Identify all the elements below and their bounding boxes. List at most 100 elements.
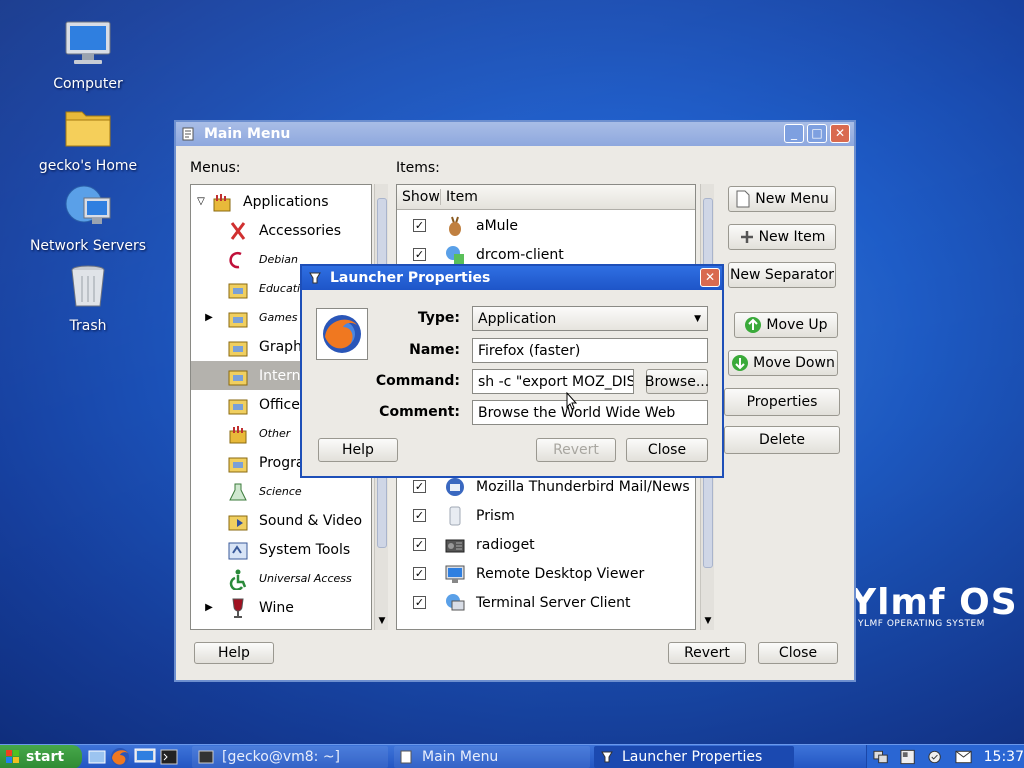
start-button[interactable]: start xyxy=(0,745,82,768)
mail-tray-icon[interactable] xyxy=(955,750,972,764)
show-checkbox[interactable]: ✓ xyxy=(413,538,426,551)
item-label: Terminal Server Client xyxy=(476,594,631,611)
desktop-icon-network[interactable]: Network Servers xyxy=(28,182,148,254)
show-checkbox[interactable]: ✓ xyxy=(413,248,426,261)
item-row[interactable]: ✓ Prism xyxy=(413,501,693,530)
move-down-button[interactable]: Move Down xyxy=(728,350,838,376)
item-row[interactable]: ✓ Terminal Server Client xyxy=(413,588,693,617)
command-field[interactable]: sh -c "export MOZ_DISA xyxy=(472,369,634,394)
button-label: New Separator xyxy=(729,267,835,283)
launcher-icon xyxy=(601,751,613,763)
delete-button[interactable]: Delete xyxy=(724,426,840,454)
move-up-button[interactable]: Move Up xyxy=(734,312,838,338)
show-desktop-icon[interactable] xyxy=(88,748,106,766)
clock[interactable]: 15:37 xyxy=(984,749,1024,765)
tree-row-universal-access[interactable]: Universal Access xyxy=(227,564,371,593)
help-button[interactable]: Help xyxy=(194,642,274,664)
help-button[interactable]: Help xyxy=(318,438,398,462)
task-label: [gecko@vm8: ~] xyxy=(222,749,341,765)
desktop-icon-trash[interactable]: Trash xyxy=(28,262,148,334)
universal-access-icon xyxy=(227,568,249,591)
comment-field[interactable]: Browse the World Wide Web xyxy=(472,400,708,425)
expander-open-icon[interactable]: ▽ xyxy=(191,196,211,207)
menus-label: Menus: xyxy=(190,160,241,176)
tree-label: Games xyxy=(259,311,298,324)
firefox-quicklaunch-icon[interactable] xyxy=(110,747,130,767)
expander-closed-icon[interactable]: ▶ xyxy=(191,602,227,613)
close-window-button[interactable]: ✕ xyxy=(830,124,850,143)
column-show-header[interactable]: Show xyxy=(397,189,441,205)
task-terminal[interactable]: [gecko@vm8: ~] xyxy=(192,746,388,768)
launcher-titlebar[interactable]: Launcher Properties xyxy=(302,266,722,290)
terminal-quicklaunch-icon[interactable] xyxy=(160,748,178,766)
computer-icon xyxy=(65,21,111,64)
tree-row-wine[interactable]: ▶ Wine xyxy=(191,593,371,622)
item-row[interactable]: ✓ radioget xyxy=(413,530,693,559)
close-button[interactable]: Close xyxy=(758,642,838,664)
button-label: Revert xyxy=(684,645,730,661)
properties-button[interactable]: Properties xyxy=(724,388,840,416)
display-tray-icon[interactable] xyxy=(900,749,915,765)
folder-icon xyxy=(227,452,249,474)
revert-button[interactable]: Revert xyxy=(668,642,746,664)
show-checkbox[interactable]: ✓ xyxy=(413,219,426,232)
prism-icon xyxy=(444,505,466,527)
expander-closed-icon[interactable]: ▶ xyxy=(191,312,227,323)
new-document-icon xyxy=(736,190,750,208)
type-select[interactable]: Application ▼ xyxy=(472,306,708,331)
browse-button[interactable]: Browse... xyxy=(645,369,709,394)
name-field[interactable]: Firefox (faster) xyxy=(472,338,708,363)
column-item-header[interactable]: Item xyxy=(441,189,478,205)
item-row[interactable]: ✓ aMule xyxy=(413,211,693,240)
close-button[interactable]: Close xyxy=(626,438,708,462)
show-checkbox[interactable]: ✓ xyxy=(413,596,426,609)
network-tray-icon[interactable] xyxy=(873,749,888,765)
main-menu-titlebar[interactable]: Main Menu xyxy=(176,122,854,146)
thunderbird-icon xyxy=(444,476,466,498)
launcher-icon-button[interactable] xyxy=(316,308,368,360)
maximize-button[interactable]: □ xyxy=(807,124,827,143)
scroll-down-arrow-icon[interactable]: ▼ xyxy=(701,616,715,630)
tree-label: Accessories xyxy=(259,222,342,239)
item-row[interactable]: ✓ Remote Desktop Viewer xyxy=(413,559,693,588)
task-launcher-properties[interactable]: Launcher Properties xyxy=(594,746,794,768)
debian-icon xyxy=(227,249,249,271)
desktop-icon-computer[interactable]: Computer xyxy=(28,20,148,92)
tree-label: Progra xyxy=(259,454,305,471)
tree-row-science[interactable]: Science xyxy=(227,477,367,506)
edit-menu-icon xyxy=(400,750,412,764)
tree-label: Applications xyxy=(243,193,329,210)
tree-row-sound-video[interactable]: Sound & Video xyxy=(227,506,367,535)
tree-label: Office xyxy=(259,396,300,413)
tree-label: Wine xyxy=(259,599,294,616)
button-label: Help xyxy=(342,442,374,458)
close-dialog-button[interactable]: ✕ xyxy=(700,268,720,287)
mouse-cursor-icon xyxy=(566,392,578,410)
desktop-icon-home[interactable]: gecko's Home xyxy=(28,102,148,174)
arrow-up-icon xyxy=(745,317,762,333)
new-separator-button[interactable]: New Separator xyxy=(728,262,836,288)
drcom-icon xyxy=(444,244,466,266)
accessories-icon xyxy=(227,220,249,242)
desktop-icon-label: Computer xyxy=(53,76,123,92)
scroll-down-arrow-icon[interactable]: ▼ xyxy=(375,616,389,630)
revert-button[interactable]: Revert xyxy=(536,438,616,462)
show-checkbox[interactable]: ✓ xyxy=(413,480,426,493)
tree-label: Debian xyxy=(259,253,298,266)
trash-icon xyxy=(71,265,105,307)
new-menu-button[interactable]: New Menu xyxy=(728,186,836,212)
tree-row-system-tools[interactable]: System Tools xyxy=(227,535,367,564)
tree-row-accessories[interactable]: Accessories xyxy=(227,216,367,245)
start-flag-icon xyxy=(6,750,19,763)
computer-quicklaunch-icon[interactable] xyxy=(134,748,156,766)
tree-label: Other xyxy=(259,427,291,440)
update-tray-icon[interactable] xyxy=(927,749,942,765)
new-item-button[interactable]: New Item xyxy=(728,224,836,250)
desktop-icon-label: gecko's Home xyxy=(38,158,138,174)
item-label: aMule xyxy=(476,217,519,234)
show-checkbox[interactable]: ✓ xyxy=(413,509,426,522)
show-checkbox[interactable]: ✓ xyxy=(413,567,426,580)
minimize-button[interactable]: _ xyxy=(784,124,804,143)
task-main-menu[interactable]: Main Menu xyxy=(394,746,590,768)
tree-row-applications[interactable]: ▽ Applications xyxy=(191,187,371,216)
